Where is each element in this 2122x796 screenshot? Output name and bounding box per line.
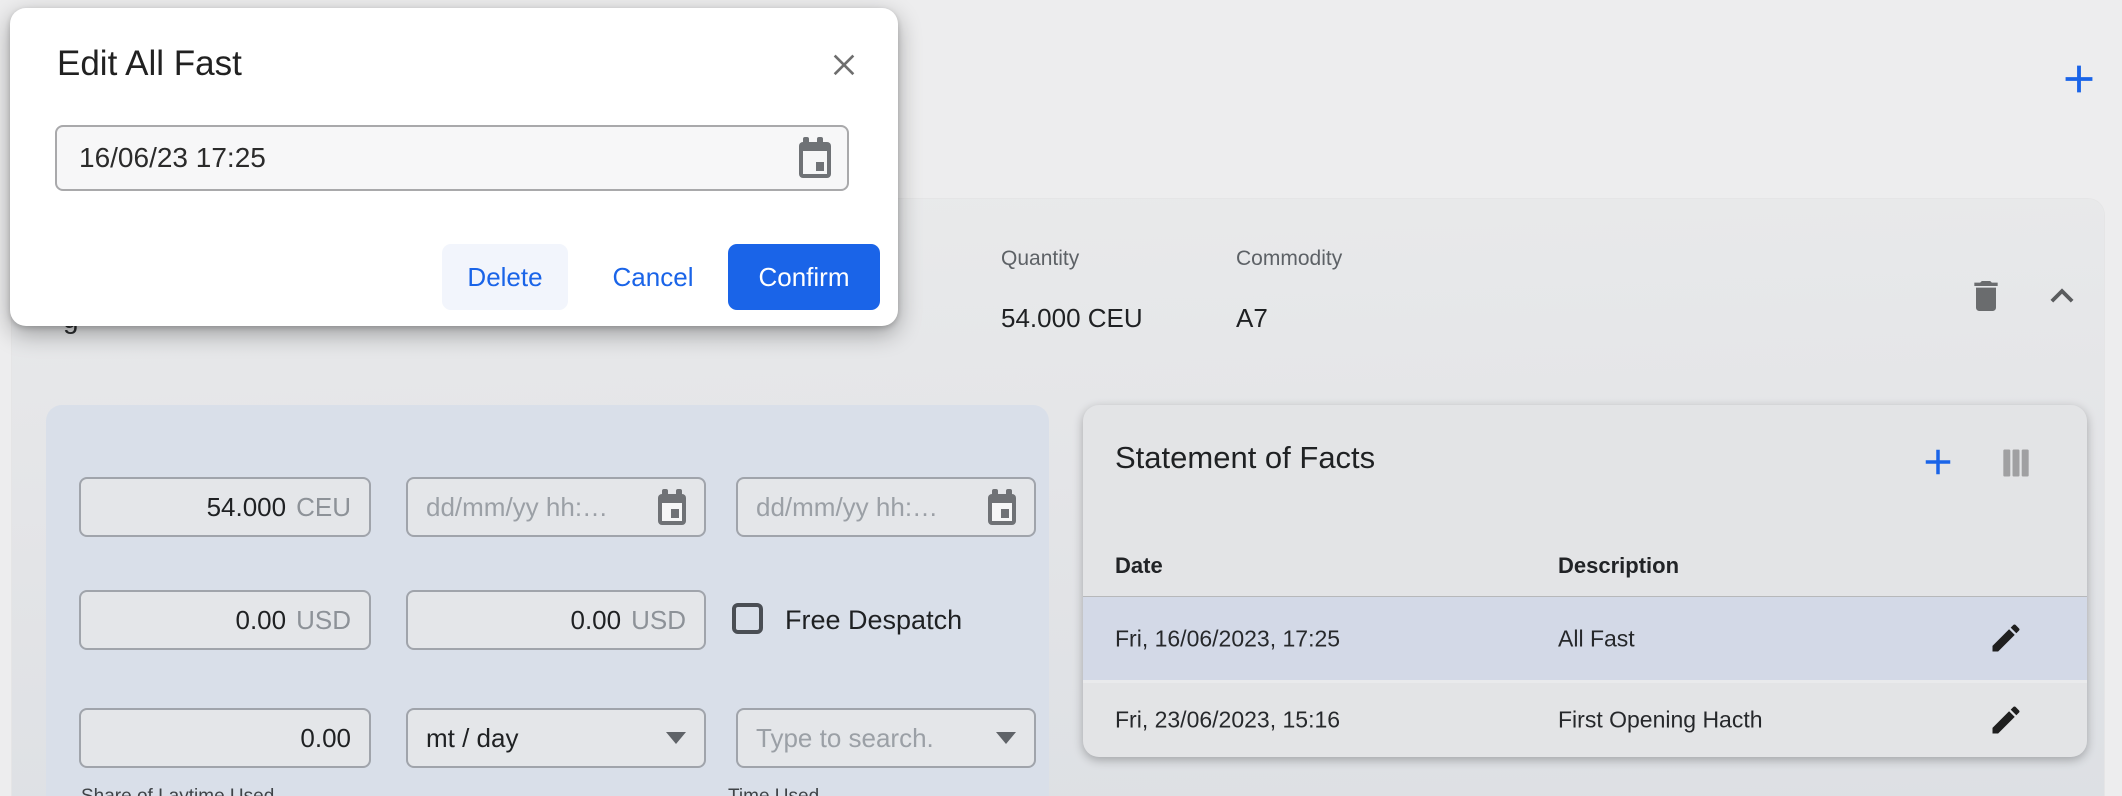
- demurrage-rate-input[interactable]: 0.00 USD: [79, 590, 371, 650]
- cargo-quantity-value: 54.000: [207, 492, 287, 523]
- close-icon: [828, 67, 860, 82]
- calendar-icon[interactable]: [988, 494, 1016, 525]
- plus-icon: [1917, 471, 1959, 486]
- statement-of-facts-panel: Statement of Facts Date Description Fri,…: [1083, 405, 2087, 757]
- row-date: Fri, 23/06/2023, 15:16: [1115, 707, 1340, 734]
- time-used-label: Time Used: [728, 786, 819, 796]
- cancel-button[interactable]: Cancel: [598, 244, 708, 310]
- cargo-quantity-unit: CEU: [296, 492, 351, 523]
- datetime-input[interactable]: 16/06/23 17:25: [55, 125, 849, 191]
- laydays-cancelling-placeholder: dd/mm/yy hh:…: [756, 492, 988, 523]
- laydays-commence-input[interactable]: dd/mm/yy hh:…: [406, 477, 706, 537]
- laytime-calculator-page: g Quantity 54.000 CEU Commodity A7 Cargo…: [0, 0, 2122, 796]
- row-date: Fri, 16/06/2023, 17:25: [1115, 625, 1340, 652]
- loading-rate-value: 0.00: [300, 723, 351, 754]
- despatch-rate-input[interactable]: 0.00 USD: [406, 590, 706, 650]
- laytime-term-select[interactable]: Type to search.: [736, 708, 1036, 768]
- row-description: First Opening Hacth: [1558, 707, 1763, 734]
- dialog-title: Edit All Fast: [57, 44, 242, 84]
- delete-cargo-button[interactable]: [1966, 276, 2006, 316]
- laydays-commence-placeholder: dd/mm/yy hh:…: [426, 492, 658, 523]
- share-of-laytime-used-label: Share of Laytime Used: [81, 786, 274, 796]
- chevron-down-icon: [666, 732, 686, 744]
- add-button[interactable]: [2056, 56, 2102, 102]
- despatch-rate-unit: USD: [631, 605, 686, 636]
- column-settings-button[interactable]: [1997, 444, 2035, 482]
- edit-row-button[interactable]: [1988, 620, 2024, 656]
- demurrage-rate-unit: USD: [296, 605, 351, 636]
- demurrage-rate-value: 0.00: [235, 605, 286, 636]
- quantity-value: 54.000 CEU: [1001, 303, 1143, 334]
- pencil-icon: [1988, 644, 2024, 659]
- free-despatch-label: Free Despatch: [785, 605, 962, 636]
- commodity-label: Commodity: [1236, 247, 1342, 271]
- calendar-icon[interactable]: [799, 142, 831, 178]
- edit-row-button[interactable]: [1988, 702, 2024, 738]
- date-column-header: Date: [1115, 553, 1163, 579]
- loading-rate-input[interactable]: 0.00: [79, 708, 371, 768]
- free-despatch-checkbox[interactable]: [732, 603, 763, 634]
- datetime-value: 16/06/23 17:25: [79, 142, 266, 174]
- plus-icon: [2056, 90, 2102, 105]
- close-button[interactable]: [827, 46, 861, 80]
- chevron-down-icon: [996, 732, 1016, 744]
- table-row[interactable]: Fri, 16/06/2023, 17:25 All Fast: [1083, 597, 2087, 680]
- row-description: All Fast: [1558, 625, 1635, 652]
- chevron-up-icon: [2039, 307, 2085, 322]
- despatch-rate-value: 0.00: [570, 605, 621, 636]
- statement-of-facts-title: Statement of Facts: [1115, 440, 1375, 476]
- commodity-value: A7: [1236, 303, 1268, 334]
- confirm-button[interactable]: Confirm: [728, 244, 880, 310]
- rule-select[interactable]: mt / day: [406, 708, 706, 768]
- table-row[interactable]: Fri, 23/06/2023, 15:16 First Opening Hac…: [1083, 683, 2087, 757]
- quantity-label: Quantity: [1001, 247, 1079, 271]
- laytime-term-placeholder: Type to search.: [756, 723, 996, 754]
- description-column-header: Description: [1558, 553, 1679, 579]
- laydays-cancelling-input[interactable]: dd/mm/yy hh:…: [736, 477, 1036, 537]
- edit-all-fast-dialog: Edit All Fast 16/06/23 17:25 Delete Canc…: [10, 8, 898, 326]
- collapse-section-button[interactable]: [2039, 273, 2085, 319]
- pencil-icon: [1988, 726, 2024, 741]
- delete-button[interactable]: Delete: [442, 244, 568, 310]
- columns-icon: [1997, 470, 2035, 485]
- trash-icon: [1966, 304, 2006, 319]
- cargo-quantity-input[interactable]: 54.000 CEU: [79, 477, 371, 537]
- calendar-icon[interactable]: [658, 494, 686, 525]
- rule-value: mt / day: [426, 723, 518, 754]
- add-sof-event-button[interactable]: [1917, 441, 1959, 483]
